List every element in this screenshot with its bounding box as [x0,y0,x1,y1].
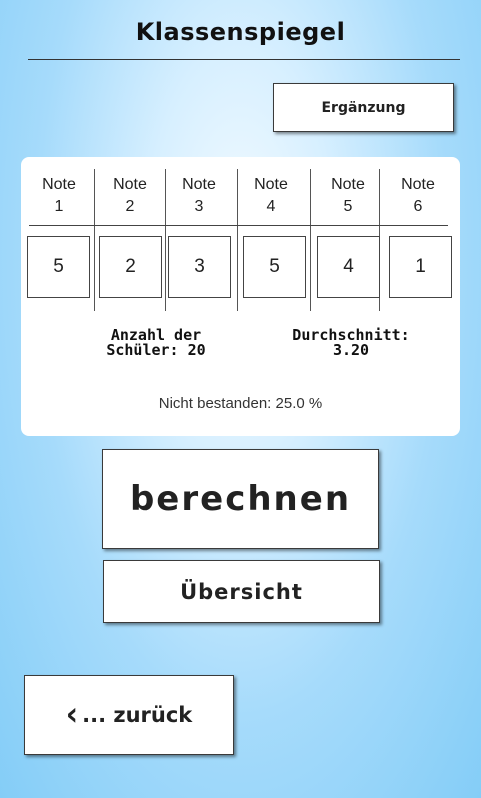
grade-column-label-5: Note 5 [313,174,383,218]
grade-label-text: Note [113,176,147,193]
average-value: 3.20 [332,341,370,359]
title-divider [28,59,460,60]
column-divider [94,169,95,311]
back-button-label: ... zurück [82,703,193,727]
grade-label-text: Note [182,176,216,193]
chevron-left-icon: ‹ [65,695,79,734]
grade-column-label-3: Note 3 [164,174,234,218]
grade-label-number: 2 [125,198,135,215]
grade-count-field-5[interactable]: 4 [317,236,380,298]
column-divider [310,169,311,311]
grade-label-number: 5 [343,198,353,215]
grade-count-field-3[interactable]: 3 [168,236,231,298]
uebersicht-button[interactable]: Übersicht [103,560,380,623]
grade-label-number: 3 [194,198,204,215]
grade-label-text: Note [401,176,435,193]
grade-count-field-2[interactable]: 2 [99,236,162,298]
berechnen-button[interactable]: berechnen [102,449,379,549]
grade-column-label-1: Note 1 [24,174,94,218]
grade-column-label-2: Note 2 [95,174,165,218]
grades-card: Note 1 Note 2 Note 3 Note 4 Note 5 Note … [21,157,460,436]
grade-label-text: Note [331,176,365,193]
grade-column-label-6: Note 6 [383,174,453,218]
grade-count-field-4[interactable]: 5 [243,236,306,298]
failed-percentage: Nicht bestanden: 25.0 % [158,395,323,412]
column-divider [165,169,166,311]
average: Durchschnitt: 3.20 [266,328,436,358]
grade-label-text: Note [254,176,288,193]
grade-label-number: 6 [413,198,423,215]
header-divider [29,225,448,226]
grade-count-field-6[interactable]: 1 [389,236,452,298]
back-button[interactable]: ‹ ... zurück [24,675,234,755]
grade-label-number: 4 [266,198,276,215]
student-count-value: Schüler: 20 [106,341,206,359]
column-divider [237,169,238,311]
grade-label-text: Note [42,176,76,193]
page-title: Klassenspiegel [135,18,346,46]
grade-column-label-4: Note 4 [236,174,306,218]
student-count: Anzahl der Schüler: 20 [71,328,241,358]
grade-label-number: 1 [54,198,64,215]
ergaenzung-button[interactable]: Ergänzung [273,83,454,132]
grade-count-field-1[interactable]: 5 [27,236,90,298]
